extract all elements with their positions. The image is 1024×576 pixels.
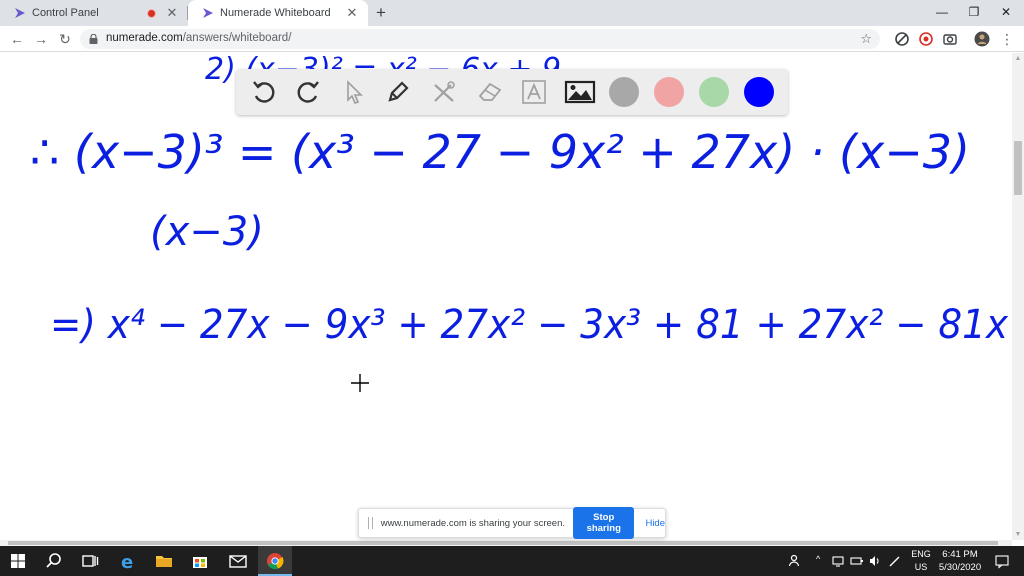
camera-extension-icon[interactable] (942, 31, 958, 47)
bookmark-star-icon[interactable]: ☆ (860, 31, 872, 47)
vertical-scrollbar[interactable]: ▲ ▼ (1012, 53, 1024, 540)
task-view-icon[interactable] (80, 551, 100, 571)
hide-button[interactable]: Hide (645, 518, 665, 529)
tab-title: Numerade Whiteboard (220, 7, 331, 19)
tab-title: Control Panel (32, 7, 99, 19)
new-tab-button[interactable]: + (372, 4, 390, 22)
ink-line-3: (x−3) (150, 209, 264, 255)
lock-icon (89, 34, 98, 44)
clock-date: 5/30/2020 (938, 562, 982, 573)
color-green-swatch[interactable] (699, 77, 729, 107)
language-code: ENG (911, 549, 931, 559)
ink-line-2: ∴ (x−3)³ = (x³ − 27 − 9x² + 27x) · (x−3) (30, 125, 970, 179)
system-clock[interactable]: 6:41 PM 5/30/2020 (932, 548, 988, 574)
network-icon[interactable] (832, 554, 846, 568)
undo-icon[interactable] (248, 77, 280, 107)
battery-icon[interactable] (850, 554, 864, 568)
file-explorer-icon[interactable] (154, 551, 174, 571)
close-window-icon[interactable]: ✕ (990, 0, 1022, 26)
scroll-down-icon[interactable]: ▼ (1014, 531, 1022, 538)
reload-button[interactable]: ↻ (56, 30, 74, 48)
tools-icon[interactable] (428, 77, 460, 107)
crosshair-cursor-icon (351, 374, 369, 392)
back-button[interactable]: ← (8, 30, 26, 48)
recording-icon (147, 8, 156, 18)
restore-icon[interactable]: ❐ (958, 0, 990, 26)
scroll-up-icon[interactable]: ▲ (1014, 55, 1022, 62)
whiteboard-canvas[interactable]: 2) (x−3)² = x² − 6x + 9 ... ∴ (x−3)³ = (… (0, 53, 1012, 540)
scrollbar-thumb[interactable] (8, 541, 998, 545)
pen-ink-icon[interactable] (888, 554, 902, 568)
edge-browser-icon[interactable]: e (118, 551, 138, 571)
windows-start-icon[interactable] (8, 551, 28, 571)
image-icon[interactable] (564, 77, 596, 107)
stop-sharing-button[interactable]: Stop sharing (573, 507, 635, 539)
windows-taskbar: e ^ ENG US 6:41 PM 5/30/2020 (0, 546, 1024, 576)
notifications-icon[interactable] (994, 553, 1010, 569)
block-extension-icon[interactable] (894, 31, 910, 47)
tab-control-panel[interactable]: Control Panel ✕ (0, 0, 188, 26)
language-indicator[interactable]: ENG US (908, 548, 934, 574)
screen: Control Panel ✕ Numerade Whiteboard ✕ + … (0, 0, 1024, 576)
store-icon[interactable] (190, 551, 210, 571)
show-hidden-icons[interactable]: ^ (816, 554, 820, 576)
svg-text:e: e (121, 552, 133, 571)
close-tab-icon[interactable]: ✕ (164, 5, 180, 21)
ink-line-4: =) x⁴ − 27x − 9x³ + 27x² − 3x³ + 81 + 27… (50, 302, 1008, 348)
pen-icon[interactable] (382, 77, 414, 107)
tab-strip: Control Panel ✕ Numerade Whiteboard ✕ + … (0, 0, 1024, 26)
eraser-icon[interactable] (474, 77, 506, 107)
screen-share-banner: www.numerade.com is sharing your screen.… (358, 507, 666, 539)
close-tab-icon[interactable]: ✕ (344, 5, 360, 21)
redo-icon[interactable] (292, 77, 324, 107)
url-text: numerade.com/answers/whiteboard/ (106, 32, 291, 44)
minimize-icon[interactable]: — (926, 0, 958, 26)
color-gray-swatch[interactable] (609, 77, 639, 107)
chrome-icon[interactable] (265, 551, 285, 571)
clock-time: 6:41 PM (942, 549, 978, 560)
volume-icon[interactable] (868, 554, 882, 568)
drag-handle-icon[interactable] (368, 517, 373, 529)
profile-avatar-icon[interactable] (974, 31, 990, 47)
share-message: www.numerade.com is sharing your screen. (380, 517, 565, 529)
people-icon[interactable] (788, 553, 804, 569)
mail-icon[interactable] (228, 551, 248, 571)
pointer-icon[interactable] (338, 77, 370, 107)
recording-extension-icon[interactable] (918, 31, 934, 47)
url-host: numerade.com (106, 32, 183, 44)
forward-button[interactable]: → (32, 30, 50, 48)
numerade-logo-icon (15, 8, 25, 18)
url-path: /answers/whiteboard/ (182, 32, 292, 44)
search-icon[interactable] (44, 551, 64, 571)
browser-toolbar: ← → ↻ numerade.com/answers/whiteboard/ ☆… (0, 26, 1024, 52)
scrollbar-thumb[interactable] (1014, 141, 1022, 195)
text-icon[interactable] (518, 77, 550, 107)
browser-menu-icon[interactable]: ⋮ (998, 30, 1016, 48)
address-bar[interactable]: numerade.com/answers/whiteboard/ ☆ (80, 29, 880, 49)
color-blue-swatch[interactable] (744, 77, 774, 107)
whiteboard-toolbar (236, 69, 788, 115)
handwritten-math: 2) (x−3)² = x² − 6x + 9 ... ∴ (x−3)³ = (… (30, 53, 1008, 348)
numerade-logo-icon (203, 8, 213, 18)
tab-numerade-whiteboard[interactable]: Numerade Whiteboard ✕ (188, 0, 368, 26)
color-pink-swatch[interactable] (654, 77, 684, 107)
region-code: US (914, 562, 928, 572)
